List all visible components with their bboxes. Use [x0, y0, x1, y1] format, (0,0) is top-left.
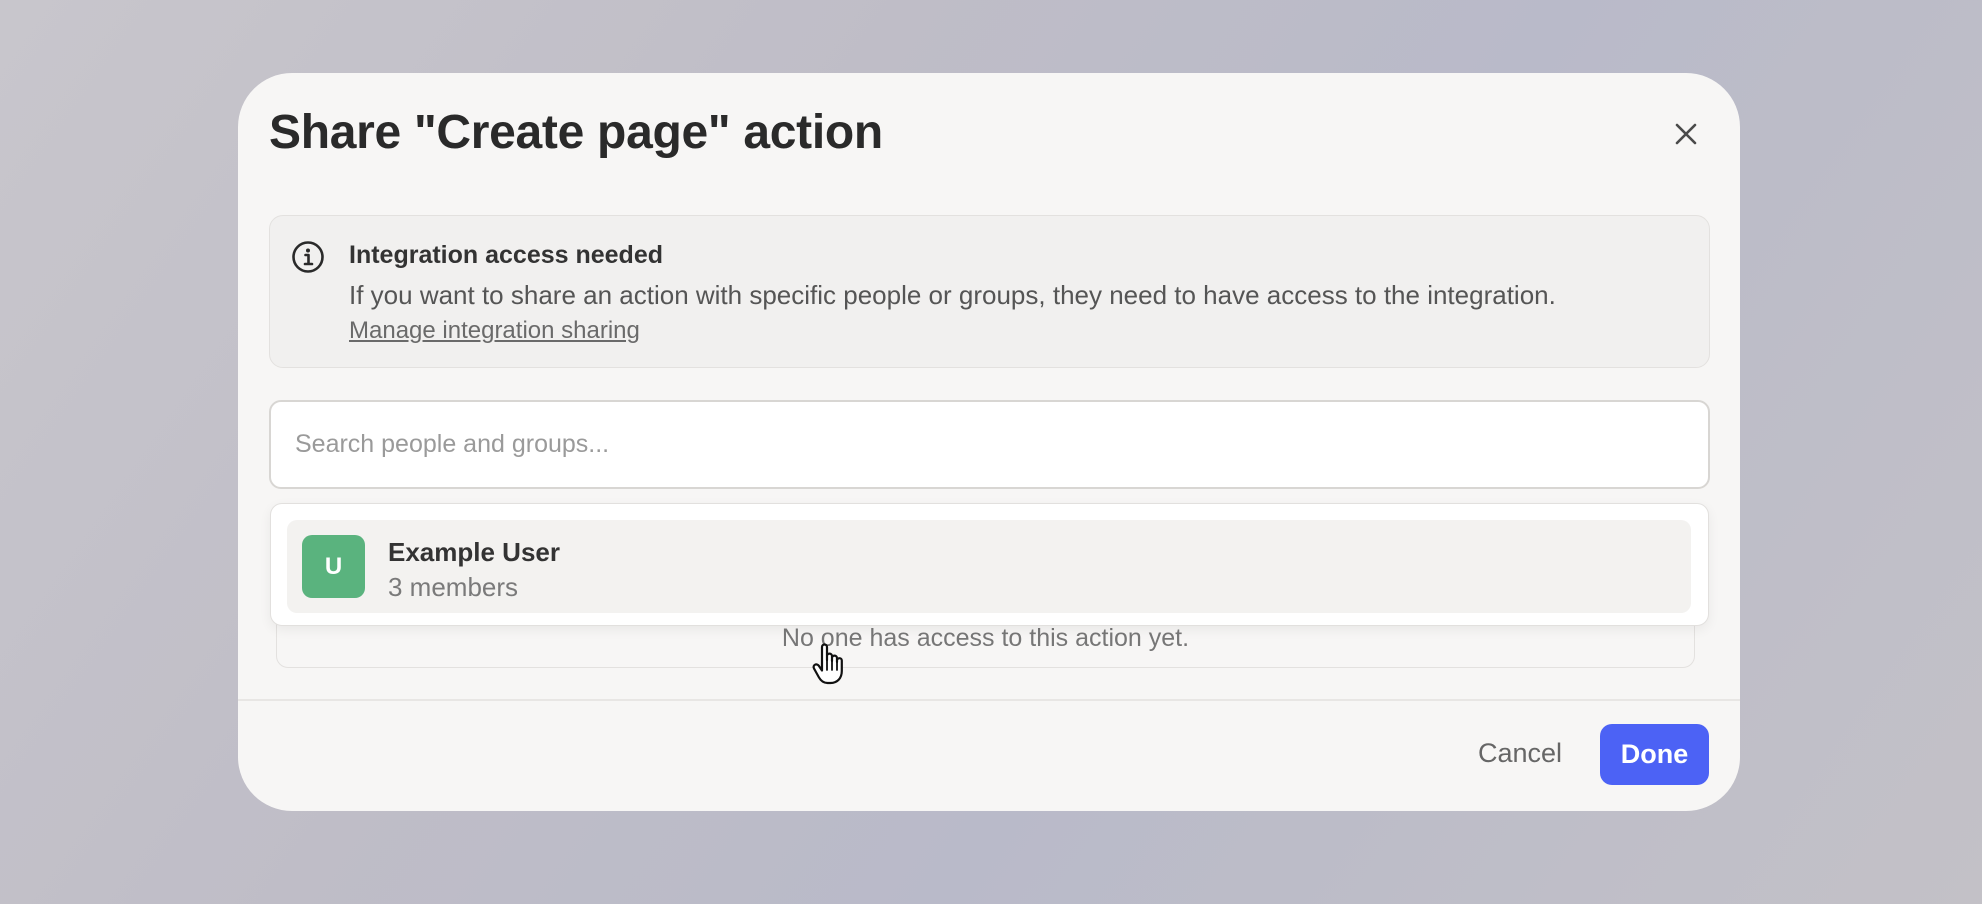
- search-results-dropdown: U Example User 3 members: [270, 503, 1709, 626]
- option-member-count: 3 members: [388, 572, 519, 602]
- access-list-empty-text: No one has access to this action yet.: [781, 624, 1190, 652]
- notice-body: If you want to share an action with spec…: [349, 280, 1556, 310]
- done-button[interactable]: Done: [1600, 724, 1709, 785]
- manage-integration-sharing-link[interactable]: Manage integration sharing: [349, 317, 640, 345]
- integration-access-notice: Integration access needed If you want to…: [269, 215, 1710, 368]
- search-people-input[interactable]: [269, 400, 1710, 489]
- footer-divider: [238, 699, 1740, 701]
- close-button[interactable]: [1668, 116, 1704, 152]
- search-result-option[interactable]: U Example User 3 members: [287, 520, 1691, 613]
- option-name: Example User: [388, 537, 560, 567]
- group-avatar: U: [302, 535, 365, 598]
- dialog-title: Share "Create page" action: [269, 106, 883, 159]
- info-icon: [292, 241, 324, 273]
- close-icon: [1675, 123, 1697, 145]
- notice-title: Integration access needed: [349, 241, 664, 269]
- cancel-button[interactable]: Cancel: [1471, 723, 1569, 783]
- share-action-dialog: Share "Create page" action Integration a…: [238, 73, 1740, 811]
